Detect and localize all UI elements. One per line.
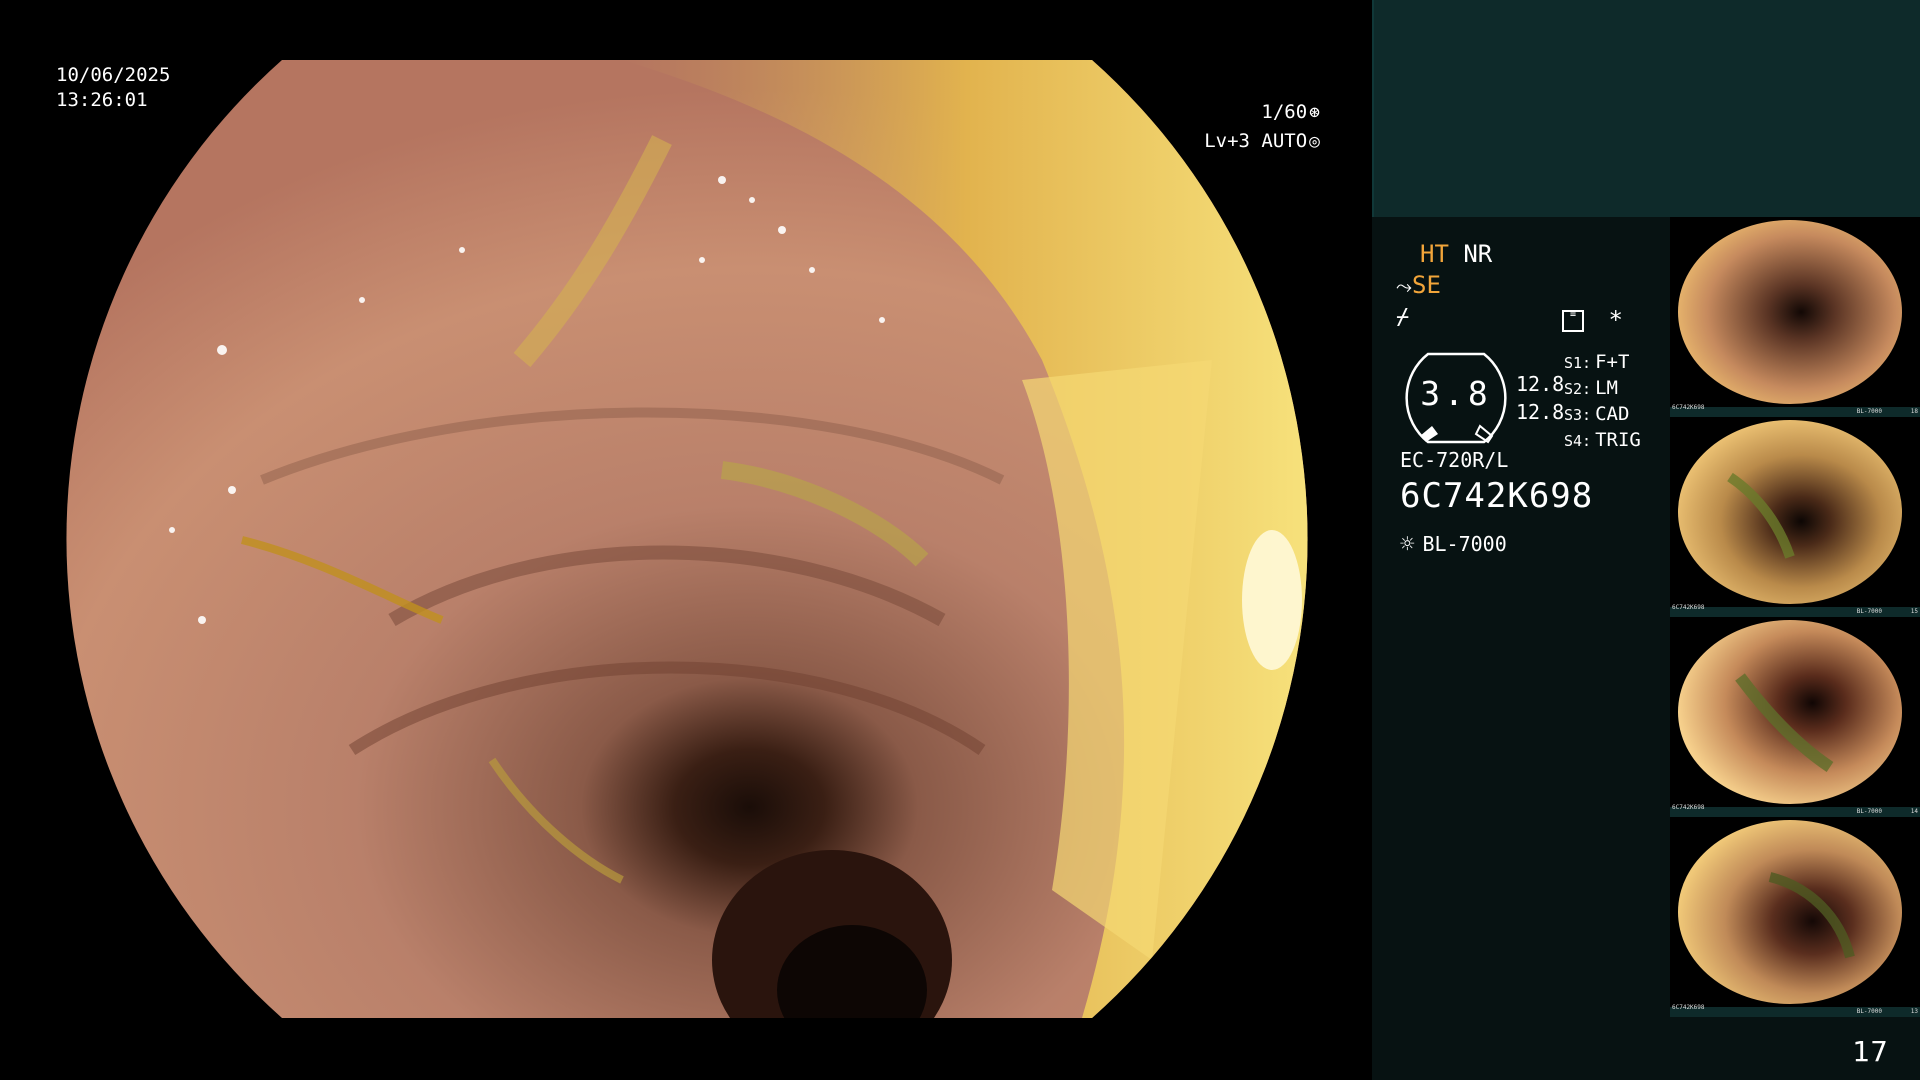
thumbnail-light-source: BL-7000 bbox=[1856, 608, 1882, 615]
gauge-value: 3.8 bbox=[1420, 374, 1492, 413]
light-source-label: BL-7000 bbox=[1422, 532, 1507, 556]
thumbnail-light-source: BL-7000 bbox=[1856, 408, 1882, 415]
scope-serial: 6C742K698 bbox=[1400, 476, 1594, 516]
thumbnail-image bbox=[1678, 620, 1902, 804]
mode-se: SE bbox=[1412, 271, 1441, 299]
thumbnail-serial: 6C742K698 bbox=[1672, 604, 1705, 611]
mode-ht: HT bbox=[1420, 240, 1449, 268]
endoscopy-main-view: 10/06/2025 13:26:01 1/60 ⊛ Lv+3 AUTO ◎ bbox=[0, 0, 1372, 1080]
switch-row: S3: CAD bbox=[1564, 403, 1630, 425]
thumbnail-bar bbox=[1670, 607, 1920, 617]
switch-row: S4: TRIG bbox=[1564, 429, 1641, 451]
shutter-speed: 1/60 bbox=[1261, 101, 1308, 123]
thumbnail-number: 14 bbox=[1910, 808, 1918, 815]
capture-thumbnails: 6C742K698 BL-7000 18 6C742K698 BL-7000 1… bbox=[1670, 217, 1920, 1017]
level-values: 12.8 12.8 bbox=[1516, 370, 1564, 426]
image-counter: 17 bbox=[1852, 1035, 1888, 1068]
level-value-1: 12.8 bbox=[1516, 372, 1565, 396]
exam-date: 10/06/2025 bbox=[56, 64, 171, 86]
memory-icon: ≡ bbox=[1562, 310, 1584, 332]
light-source: ☼ BL-7000 bbox=[1400, 530, 1507, 558]
exposure-info: 1/60 ⊛ Lv+3 AUTO ◎ bbox=[1150, 98, 1320, 156]
mode-nr: NR bbox=[1463, 240, 1493, 268]
thumbnail-capture[interactable]: 6C742K698 BL-7000 15 bbox=[1670, 417, 1920, 617]
asterisk-indicator: * bbox=[1608, 306, 1623, 334]
enhance-icon: ⤳ bbox=[1396, 274, 1412, 298]
thumbnail-light-source: BL-7000 bbox=[1856, 808, 1882, 815]
thumbnail-serial: 6C742K698 bbox=[1672, 404, 1705, 411]
status-icons: ≡ * bbox=[1562, 306, 1623, 334]
thumbnail-light-source: BL-7000 bbox=[1856, 1008, 1882, 1015]
thumbnail-serial: 6C742K698 bbox=[1672, 804, 1705, 811]
light-source-icon: ☼ bbox=[1400, 530, 1415, 558]
iris-mode: Lv+3 AUTO bbox=[1204, 130, 1308, 152]
thumbnail-bar bbox=[1670, 407, 1920, 417]
endoscopy-live-image bbox=[66, 60, 1308, 1018]
thumbnail-image bbox=[1678, 420, 1902, 604]
exam-time: 13:26:01 bbox=[56, 89, 148, 111]
thumbnail-capture[interactable]: 6C742K698 BL-7000 13 bbox=[1670, 817, 1920, 1017]
thumbnail-number: 15 bbox=[1910, 608, 1918, 615]
freeze-icon: ⌿ bbox=[1396, 305, 1410, 330]
thumbnail-number: 18 bbox=[1910, 408, 1918, 415]
scope-switches: S1: F+T S2: LM S3: CAD S4: TRIG bbox=[1564, 350, 1641, 454]
thumbnail-serial: 6C742K698 bbox=[1672, 1004, 1705, 1011]
switch-row: S1: F+T bbox=[1564, 351, 1630, 373]
thumbnail-number: 13 bbox=[1910, 1008, 1918, 1015]
level-value-2: 12.8 bbox=[1516, 400, 1565, 424]
switch-row: S2: LM bbox=[1564, 377, 1618, 399]
thumbnail-image bbox=[1678, 820, 1902, 1004]
thumbnail-capture[interactable]: 6C742K698 BL-7000 14 bbox=[1670, 617, 1920, 817]
thumbnail-image bbox=[1678, 220, 1902, 404]
panel-top-area bbox=[1372, 0, 1920, 217]
scope-model: EC-720R/L bbox=[1400, 448, 1509, 472]
iris-icon: ◎ bbox=[1309, 131, 1320, 152]
aperture-icon: ⊛ bbox=[1309, 102, 1320, 123]
thumbnail-bar bbox=[1670, 807, 1920, 817]
image-settings: HT NR ⤳SE ⌿ bbox=[1396, 240, 1696, 333]
thumbnail-capture[interactable]: 6C742K698 BL-7000 18 bbox=[1670, 217, 1920, 417]
thumbnail-bar bbox=[1670, 1007, 1920, 1017]
